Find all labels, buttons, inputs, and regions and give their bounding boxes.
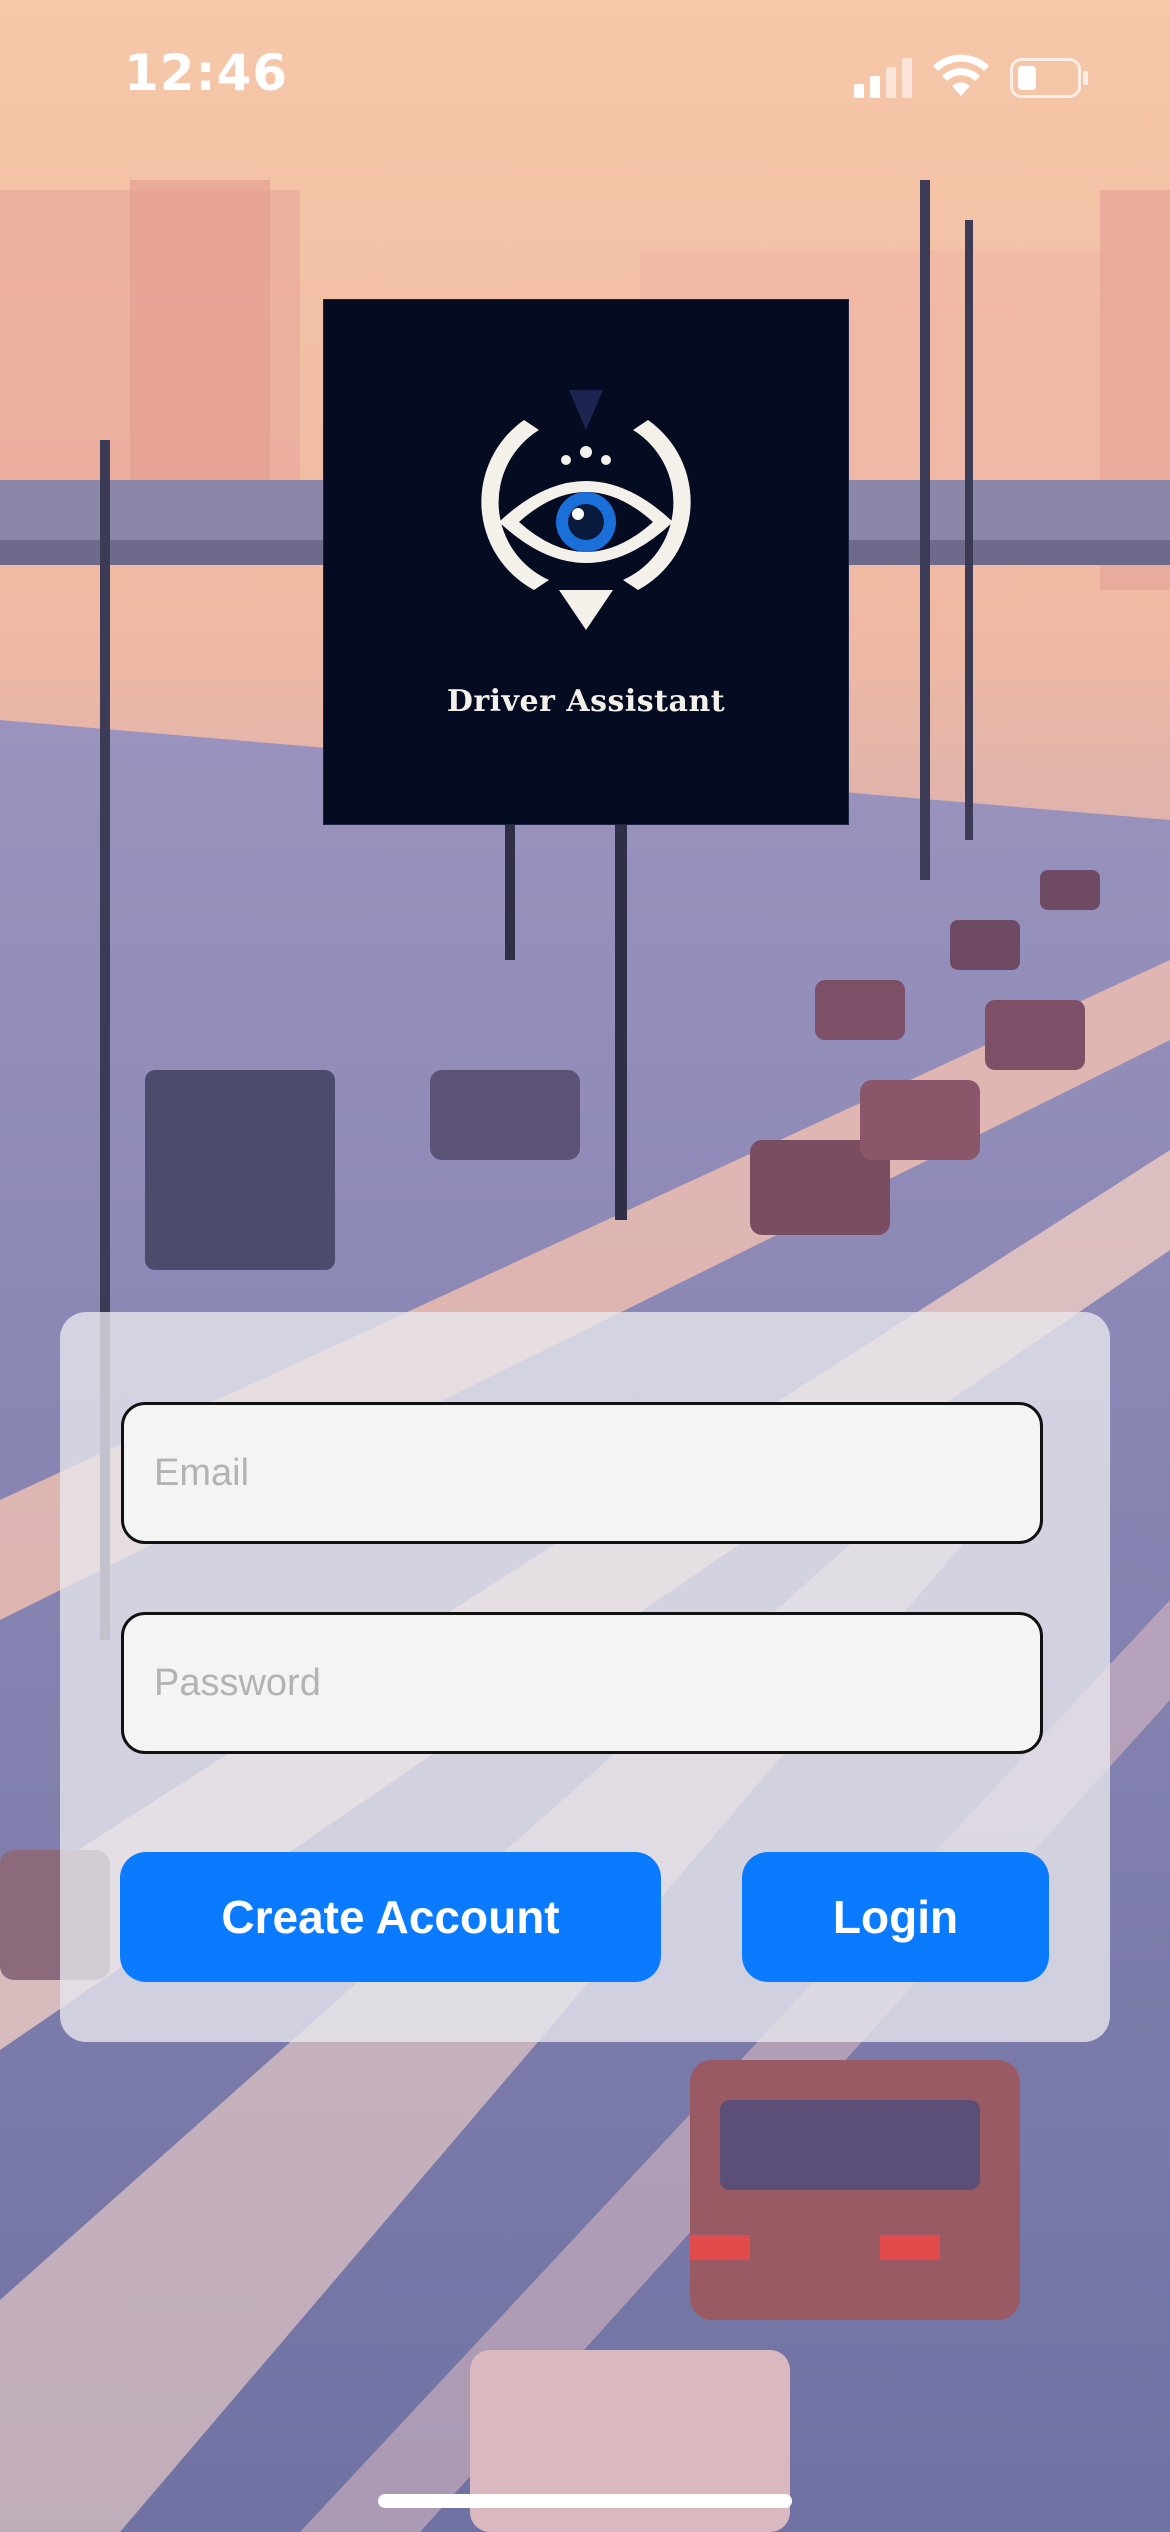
wifi-icon — [933, 54, 989, 96]
email-input[interactable] — [124, 1405, 1040, 1541]
eye-icon — [481, 390, 691, 630]
battery-icon — [1010, 58, 1088, 98]
email-field[interactable] — [121, 1402, 1043, 1544]
signal-icon — [854, 58, 912, 98]
status-time: 12:46 — [124, 44, 289, 102]
logo-title: Driver Assistant — [446, 684, 726, 719]
password-field[interactable] — [121, 1612, 1043, 1754]
status-bar: 12:46 — [0, 0, 1170, 150]
login-panel: Create Account Login — [60, 1312, 1110, 2042]
app-logo: Driver Assistant — [323, 299, 849, 825]
home-indicator[interactable] — [378, 2494, 792, 2508]
create-account-button[interactable]: Create Account — [120, 1852, 661, 1982]
password-input[interactable] — [124, 1615, 1040, 1751]
login-button[interactable]: Login — [742, 1852, 1049, 1982]
